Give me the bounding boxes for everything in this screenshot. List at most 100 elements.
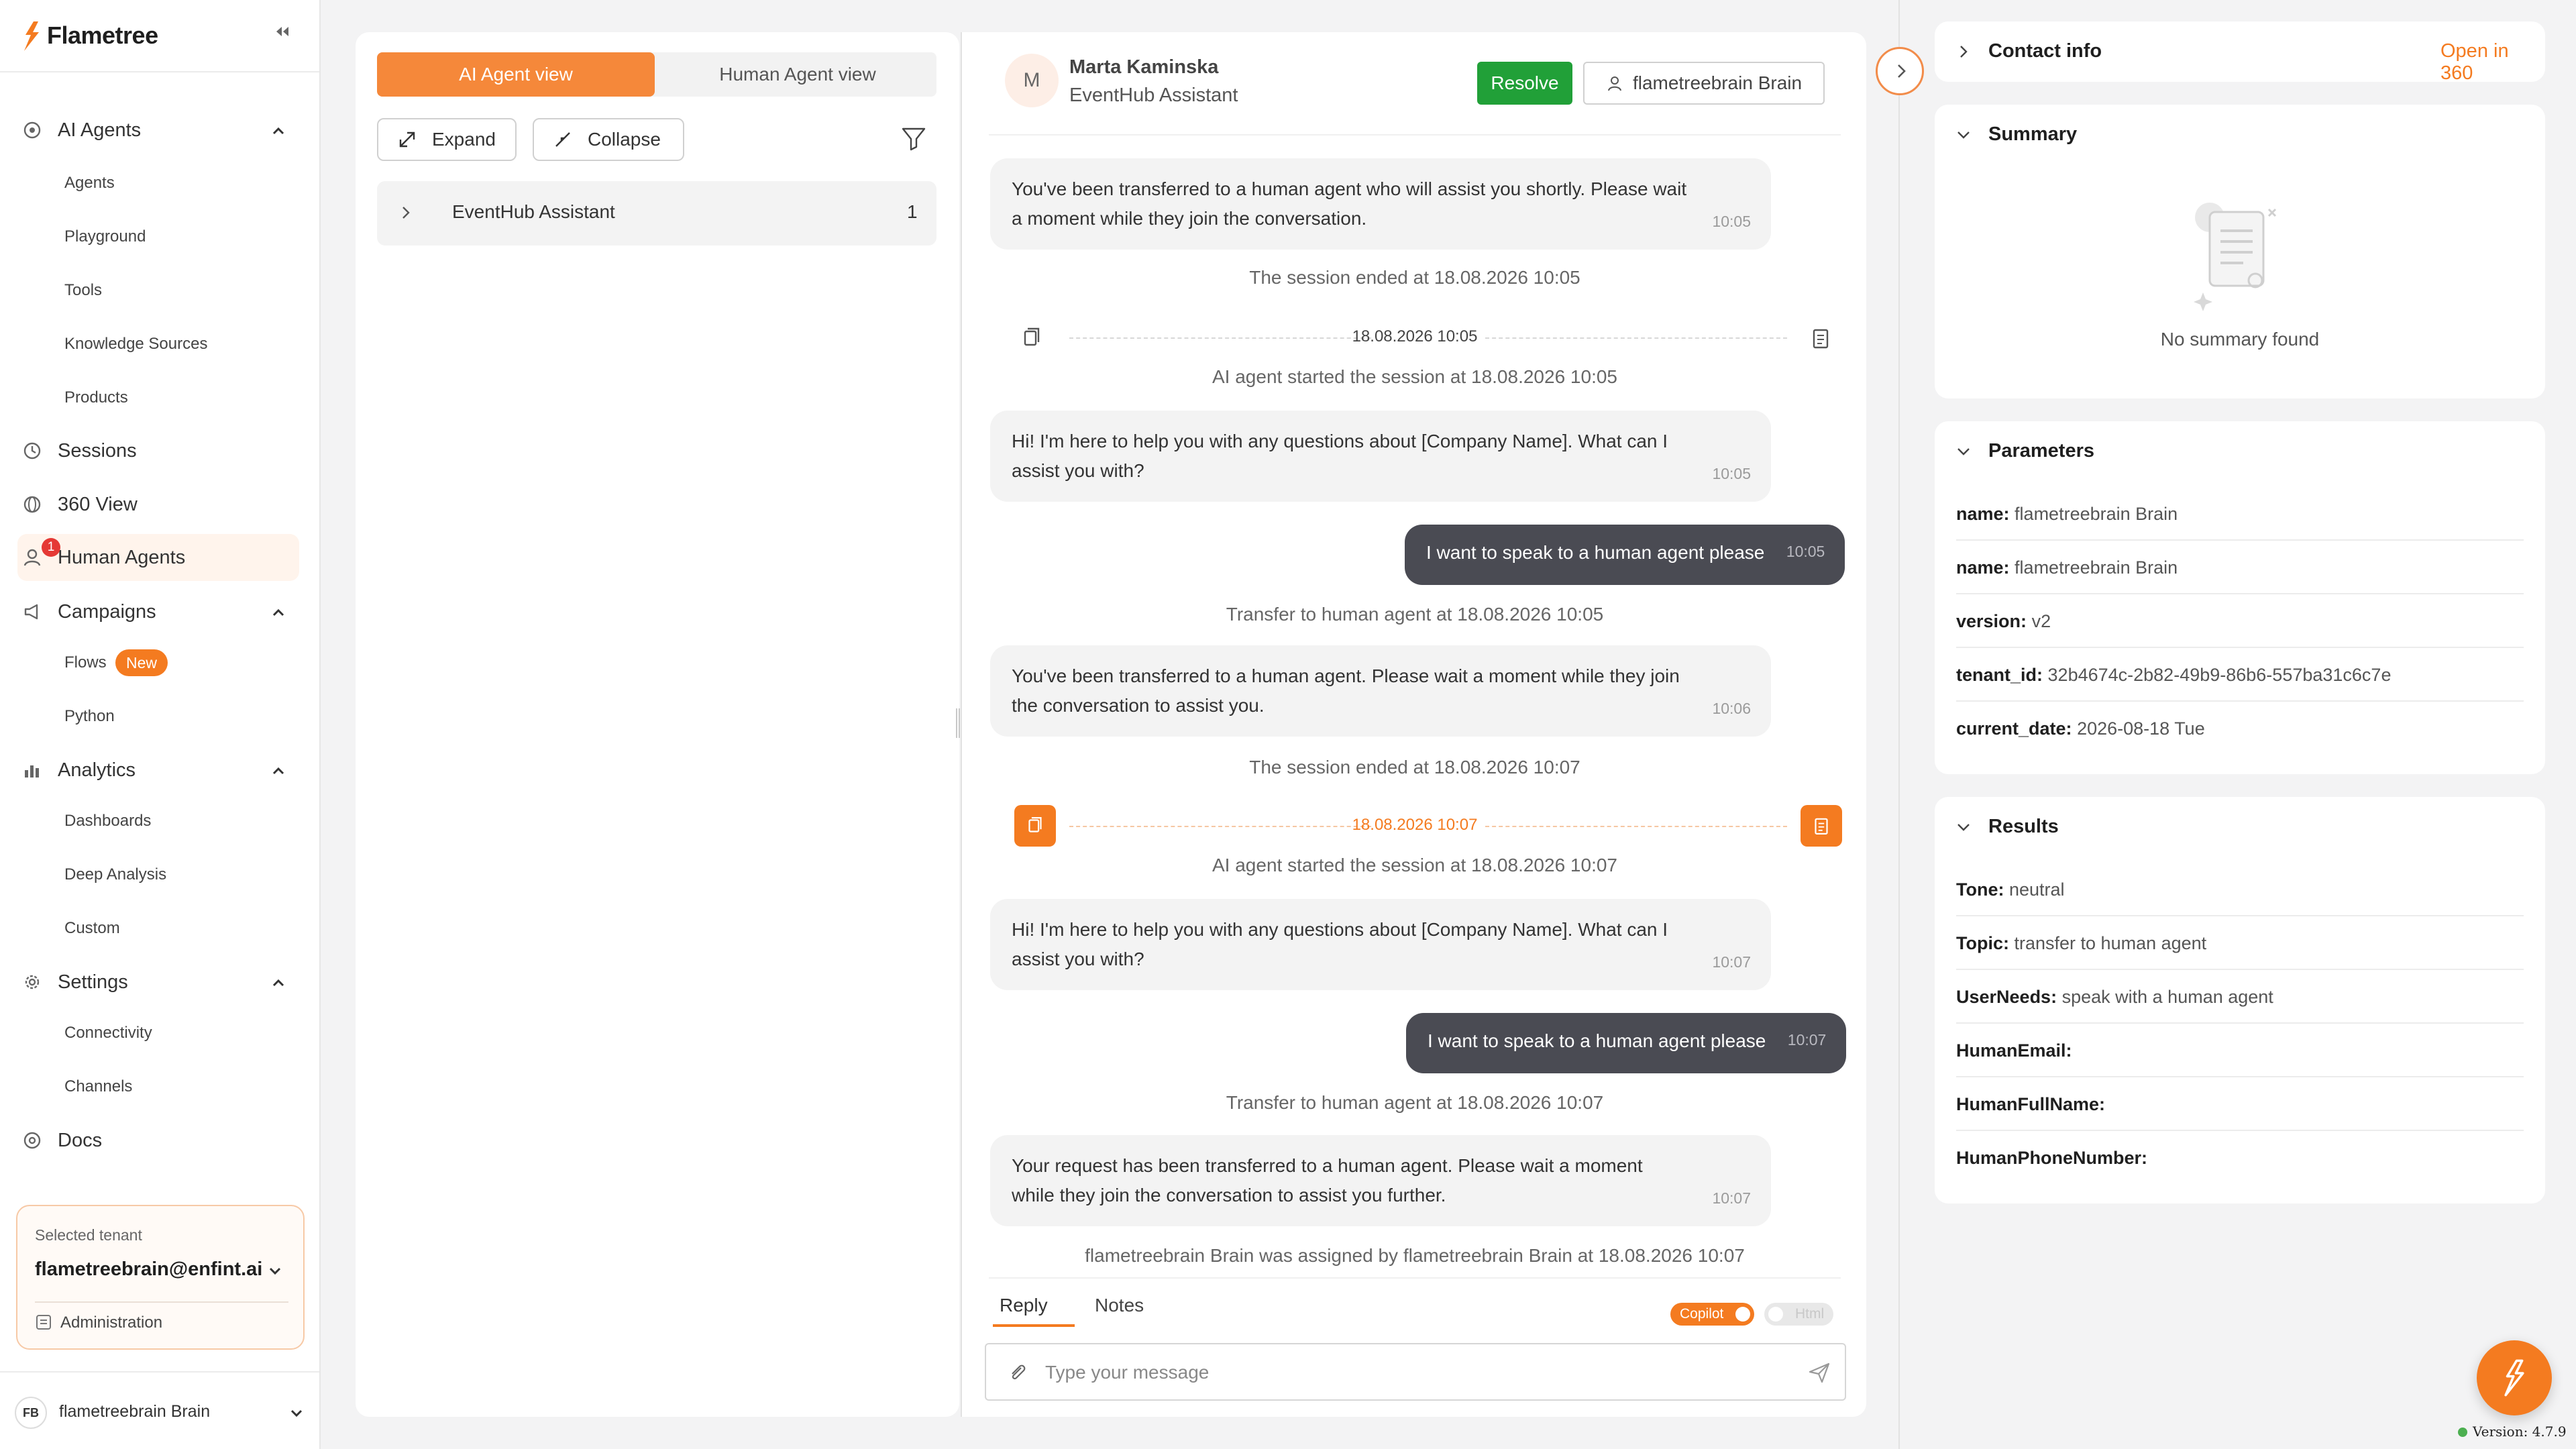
clipboard-icon[interactable] (1807, 325, 1834, 352)
message-text: I want to speak to a human agent please (1426, 542, 1765, 563)
details-panel: Contact info Open in 360 Summary No summ… (1898, 0, 2576, 1449)
collapse-button[interactable]: Collapse (533, 118, 684, 161)
human-agents-icon (20, 545, 44, 570)
chevron-up-icon[interactable] (268, 602, 288, 623)
sidebar-subitem-deep-analysis[interactable]: Deep Analysis (64, 861, 166, 888)
message-bubble-outgoing: I want to speak to a human agent please … (1406, 1013, 1847, 1073)
sidebar-subitem-connectivity[interactable]: Connectivity (64, 1020, 152, 1046)
sidebar-subitem-products[interactable]: Products (64, 384, 128, 411)
filter-icon[interactable] (900, 125, 927, 152)
clipboard-icon[interactable] (1801, 805, 1842, 847)
parameter-value: flametreebrain Brain (2015, 557, 2178, 578)
parameter-value: 32b4674c-2b82-49b9-86b6-557ba31c6c7e (2047, 665, 2392, 685)
sidebar-subitem-playground[interactable]: Playground (64, 223, 146, 250)
parameter-row: tenant_id: 32b4674c-2b82-49b9-86b6-557ba… (1956, 648, 2524, 702)
tenant-label: Selected tenant (35, 1226, 142, 1244)
sidebar-subitem-dashboards[interactable]: Dashboards (64, 808, 151, 835)
sidebar-subitem-channels[interactable]: Channels (64, 1073, 132, 1100)
toggle-details-button[interactable] (1876, 47, 1924, 95)
message-bubble-incoming: Your request has been transferred to a h… (990, 1135, 1771, 1226)
collapse-sidebar-button[interactable] (272, 21, 292, 42)
message-bubble-outgoing: I want to speak to a human agent please … (1405, 525, 1845, 585)
message-text: Hi! I'm here to help you with any questi… (1012, 431, 1668, 481)
result-row: HumanPhoneNumber: (1956, 1131, 2524, 1185)
sidebar-item-label: AI Agents (58, 119, 142, 141)
divider (989, 134, 1841, 136)
result-key: HumanEmail: (1956, 1040, 2072, 1061)
copilot-toggle[interactable]: Copilot (1670, 1303, 1755, 1326)
result-key: Tone: (1956, 879, 2004, 900)
tab-human-agent-view[interactable]: Human Agent view (659, 52, 936, 97)
result-value: neutral (2009, 879, 2065, 900)
card-title: Summary (1988, 123, 2078, 145)
message-time: 10:07 (1712, 953, 1751, 971)
chevron-up-icon[interactable] (268, 761, 288, 781)
contact-info-card[interactable]: Contact info Open in 360 (1935, 21, 2545, 85)
chevron-down-icon[interactable] (1955, 126, 1972, 144)
tab-ai-agent-view[interactable]: AI Agent view (377, 52, 655, 97)
administration-link[interactable]: Administration (60, 1313, 162, 1332)
paperclip-icon[interactable] (1006, 1362, 1029, 1385)
assistant-fab-button[interactable] (2477, 1340, 2552, 1415)
sidebar-item-human-agents[interactable]: Human Agents (17, 534, 299, 581)
bar-chart-icon (20, 758, 44, 782)
sidebar-item-ai-agents[interactable]: AI Agents (20, 110, 141, 150)
sidebar-item-docs[interactable]: Docs (20, 1120, 102, 1161)
sidebar-subitem-agents[interactable]: Agents (64, 170, 115, 197)
collapse-sidebar-icon (276, 27, 288, 36)
system-message: AI agent started the session at 18.08.20… (1212, 366, 1617, 387)
chevron-right-icon (1898, 64, 1906, 78)
system-message: Transfer to human agent at 18.08.2026 10… (1226, 604, 1604, 625)
date-separator: 18.08.2026 10:07 (989, 805, 1842, 847)
tab-reply[interactable]: Reply (1000, 1295, 1048, 1316)
chevron-right-icon[interactable] (1955, 43, 1972, 60)
new-badge: New (115, 649, 168, 676)
open-in-360-link[interactable]: Open in 360 (2440, 40, 2545, 85)
sidebar-item-analytics[interactable]: Analytics (20, 750, 136, 790)
expand-button[interactable]: Expand (377, 118, 517, 161)
toggle-knob (1768, 1307, 1783, 1322)
chevron-down-icon[interactable] (287, 1403, 306, 1422)
list-item[interactable]: EventHub Assistant 1 (377, 181, 936, 246)
tab-notes[interactable]: Notes (1095, 1295, 1144, 1316)
parameter-key: name: (1956, 557, 2010, 578)
chevron-right-icon (402, 207, 410, 219)
sidebar-subitem-python[interactable]: Python (64, 703, 115, 730)
sidebar-item-sessions[interactable]: Sessions (20, 431, 137, 471)
resize-handle[interactable] (955, 708, 961, 738)
sidebar-subitem-custom[interactable]: Custom (64, 915, 120, 942)
tenant-selector[interactable]: Selected tenant flametreebrain@enfint.ai… (16, 1205, 305, 1350)
assignee-button[interactable]: flametreebrain Brain (1583, 62, 1825, 105)
collapse-label: Collapse (588, 129, 661, 150)
message-input[interactable] (1045, 1358, 1783, 1387)
chevron-down-icon[interactable] (1955, 443, 1972, 460)
sidebar-subitem-tools[interactable]: Tools (64, 277, 102, 304)
parameter-row: name: flametreebrain Brain (1956, 487, 2524, 541)
logo-row: Flametree (0, 0, 319, 72)
message-time: 10:06 (1712, 700, 1751, 717)
user-name: flametreebrain Brain (59, 1402, 211, 1421)
resolve-button[interactable]: Resolve (1477, 62, 1572, 105)
sidebar-item-settings[interactable]: Settings (20, 962, 128, 1002)
system-message: AI agent started the session at 18.08.20… (1212, 855, 1617, 875)
chevron-down-icon[interactable] (1955, 818, 1972, 836)
sidebar-item-campaigns[interactable]: Campaigns (20, 592, 156, 632)
parameter-value: 2026-08-18 Tue (2077, 718, 2205, 739)
status-dot (2458, 1428, 2467, 1437)
sidebar-item-360-view[interactable]: 360 View (20, 484, 138, 525)
tenant-value: flametreebrain@enfint.ai (35, 1258, 263, 1280)
parameter-key: version: (1956, 611, 2027, 631)
result-row: HumanFullName: (1956, 1077, 2524, 1131)
send-icon[interactable] (1807, 1360, 1831, 1385)
sidebar-subitem-knowledge-sources[interactable]: Knowledge Sources (64, 331, 207, 358)
chevron-up-icon[interactable] (268, 121, 288, 141)
message-text: You've been transferred to a human agent… (1012, 178, 1687, 229)
chevron-down-icon[interactable] (266, 1261, 284, 1280)
html-toggle[interactable]: Html (1764, 1303, 1834, 1326)
chevron-up-icon[interactable] (268, 973, 288, 993)
sidebar-subitem-flows[interactable]: Flows (64, 649, 107, 676)
administration-icon (36, 1315, 51, 1330)
parameters-card: Parameters name: flametreebrain Brain na… (1935, 421, 2545, 774)
user-menu[interactable]: FB flametreebrain Brain (0, 1371, 319, 1449)
message-text: You've been transferred to a human agent… (1012, 665, 1680, 716)
